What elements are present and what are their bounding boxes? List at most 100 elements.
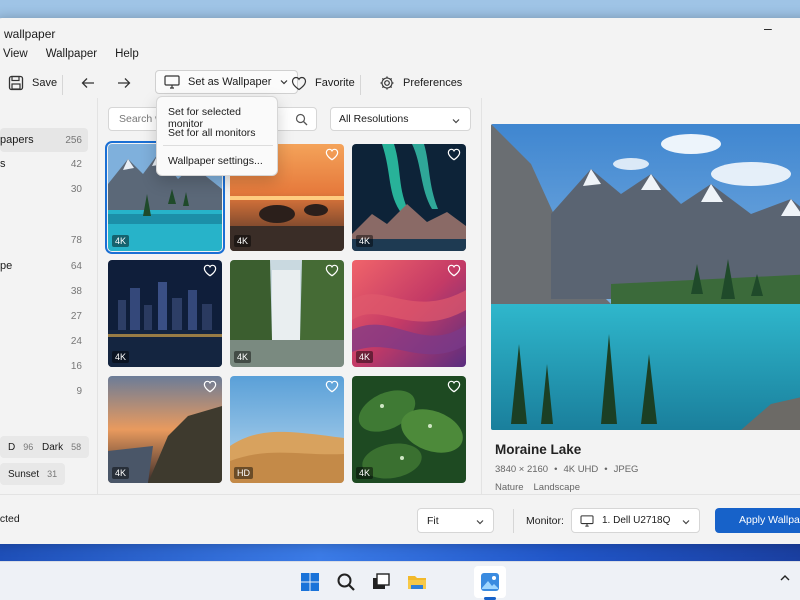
wallpaper-thumbnail[interactable]: 4K: [352, 260, 466, 367]
preview-quality: 4K UHD: [563, 464, 599, 475]
resolution-badge: 4K: [112, 235, 130, 247]
menu-item-wallpaper-settings[interactable]: Wallpaper settings...: [168, 155, 263, 167]
taskbar: [0, 561, 800, 600]
resolution-badge: 4K: [356, 351, 374, 363]
resolution-badge: HD: [234, 467, 253, 479]
favorite-button[interactable]: Favorite: [291, 70, 355, 96]
preferences-button[interactable]: Preferences: [379, 70, 462, 96]
sidebar-item-count: 64: [70, 260, 82, 272]
wallpaper-thumbnail[interactable]: 4K: [108, 260, 222, 367]
sidebar-item-label: s: [0, 158, 6, 170]
sidebar-item[interactable]: pe 64: [0, 254, 88, 278]
sidebar-item[interactable]: 38: [0, 279, 88, 303]
start-icon[interactable]: [299, 571, 321, 593]
monitor-select[interactable]: 1. Dell U2718Q: [571, 508, 700, 533]
menu-item-set-all-monitors[interactable]: Set for all monitors: [168, 127, 256, 139]
preview-pane: Moraine Lake 3840 × 2160 • 4K UHD • JPEG…: [481, 98, 800, 494]
preview-format: JPEG: [613, 464, 639, 475]
preview-tag[interactable]: Nature: [495, 482, 524, 493]
save-icon: [8, 75, 24, 91]
tag-chip[interactable]: Sunset 31: [0, 463, 66, 485]
wallpaper-thumbnail[interactable]: 4K: [352, 376, 466, 483]
chevron-down-icon: [682, 520, 690, 525]
toolbar: Save Set as Wallpaper Favorite Preferenc…: [0, 68, 800, 98]
heart-icon[interactable]: [203, 380, 217, 393]
tag-label: Dark: [42, 441, 64, 453]
sidebar-item-count: 78: [70, 234, 82, 246]
monitor-label: Monitor:: [526, 515, 564, 527]
monitor-icon: [580, 514, 594, 527]
sidebar-item[interactable]: s 42: [0, 152, 88, 176]
arrow-left-icon: [81, 78, 94, 88]
preview-image: [491, 124, 800, 430]
set-as-wallpaper-button[interactable]: Set as Wallpaper: [155, 70, 299, 94]
preview-tag[interactable]: Landscape: [534, 482, 580, 493]
footer-divider: [513, 509, 514, 533]
footer-bar: ected Fit Monitor: 1. Dell U2718Q Apply …: [0, 494, 800, 544]
heart-icon[interactable]: [325, 380, 339, 393]
heart-icon[interactable]: [447, 380, 461, 393]
tag-chip[interactable]: Dark 58: [34, 436, 90, 458]
task-view-icon[interactable]: [370, 571, 392, 593]
save-button[interactable]: Save: [8, 70, 57, 96]
heart-icon[interactable]: [325, 264, 339, 277]
menu-divider: [163, 145, 273, 146]
menu-view[interactable]: View: [3, 48, 28, 68]
sidebar-item[interactable]: 24: [0, 329, 88, 353]
wallpaper-app-icon[interactable]: [479, 571, 501, 593]
preview-title: Moraine Lake: [495, 442, 582, 457]
heart-icon[interactable]: [447, 264, 461, 277]
heart-icon[interactable]: [325, 148, 339, 161]
sidebar-item[interactable]: 9: [0, 379, 88, 403]
sidebar-item-count: 38: [70, 285, 82, 297]
tag-label: D: [8, 441, 16, 453]
monitor-value: 1. Dell U2718Q: [602, 515, 671, 526]
sidebar-item-count: 24: [70, 335, 82, 347]
menu-help[interactable]: Help: [115, 48, 139, 68]
wallpaper-thumbnail[interactable]: 4K: [108, 376, 222, 483]
arrow-right-icon: [118, 78, 131, 88]
tag-count: 58: [71, 442, 82, 452]
file-explorer-icon[interactable]: [406, 571, 428, 593]
sidebar-item-count: 27: [70, 310, 82, 322]
wallpaper-thumbnail[interactable]: 4K: [352, 144, 466, 251]
resolution-badge: 4K: [356, 467, 374, 479]
set-as-wallpaper-label: Set as Wallpaper: [188, 76, 272, 88]
monitor-icon: [164, 75, 180, 89]
wallpaper-thumbnail[interactable]: HD: [230, 376, 344, 483]
tag-count: 96: [23, 442, 34, 452]
toolbar-divider: [62, 75, 63, 95]
fit-mode-value: Fit: [427, 515, 439, 527]
sidebar-item[interactable]: 30: [0, 177, 88, 201]
minimize-button[interactable]: –: [764, 20, 772, 36]
menu-wallpaper[interactable]: Wallpaper: [46, 48, 97, 68]
save-label: Save: [32, 77, 58, 89]
sidebar-item-count: 16: [70, 360, 82, 372]
wallpaper-thumbnail[interactable]: 4K: [230, 260, 344, 367]
title-bar: d wallpaper –: [0, 18, 800, 48]
sidebar-item[interactable]: 16: [0, 354, 88, 378]
search-icon[interactable]: [335, 571, 357, 593]
heart-icon[interactable]: [447, 148, 461, 161]
preferences-label: Preferences: [403, 77, 463, 89]
menu-bar: View Wallpaper Help: [0, 48, 139, 68]
resolution-filter-select[interactable]: All Resolutions: [330, 107, 471, 131]
resolution-badge: 4K: [112, 351, 130, 363]
desktop-wallpaper-strip: [0, 543, 800, 561]
heart-icon[interactable]: [203, 264, 217, 277]
sidebar-item[interactable]: 78: [0, 228, 88, 252]
favorite-label: Favorite: [315, 77, 355, 89]
forward-button[interactable]: [116, 70, 132, 96]
apply-wallpaper-button[interactable]: Apply Wallpaper: [715, 508, 800, 533]
sidebar-item[interactable]: 27: [0, 304, 88, 328]
chevron-up-icon[interactable]: [778, 571, 800, 593]
sidebar-item-count: 256: [65, 134, 82, 146]
sidebar-item-all-wallpapers[interactable]: papers 256: [0, 128, 88, 152]
sidebar-item-label: papers: [0, 134, 34, 146]
resolution-filter-value: All Resolutions: [339, 113, 409, 125]
fit-mode-select[interactable]: Fit: [417, 508, 494, 533]
tag-count: 31: [47, 469, 58, 479]
back-button[interactable]: [80, 70, 96, 96]
sidebar-item-label: pe: [0, 260, 13, 272]
sidebar-item-count: 42: [70, 158, 82, 170]
